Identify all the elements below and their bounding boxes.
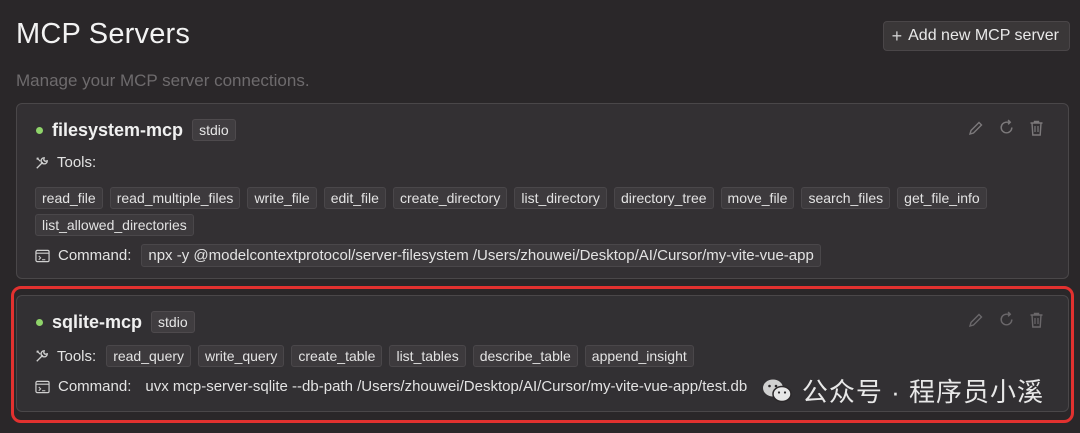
tool-chip: directory_tree — [613, 187, 714, 209]
tool-chip: read_query — [106, 345, 192, 367]
server-header: sqlite-mcp stdio — [35, 311, 195, 333]
wechat-icon — [762, 378, 792, 404]
watermark-text: 公众号 · 程序员小溪 — [801, 377, 1044, 407]
server-actions — [968, 119, 1044, 136]
status-dot — [36, 126, 43, 134]
tools-label: Tools: — [57, 154, 97, 171]
tool-chip: search_files — [801, 187, 891, 209]
server-name: sqlite-mcp — [52, 311, 143, 332]
tool-chip: append_insight — [584, 345, 694, 367]
tool-chip: read_file — [35, 187, 103, 209]
command-label: Command: — [58, 247, 132, 264]
command-row: Command: uvx mcp-server-sqlite --db-path… — [35, 378, 747, 395]
refresh-icon[interactable] — [998, 311, 1015, 328]
page-subtitle: Manage your MCP server connections. — [16, 71, 310, 90]
tool-chip: describe_table — [472, 345, 578, 367]
edit-icon[interactable] — [968, 120, 984, 136]
trash-icon[interactable] — [1029, 312, 1044, 328]
tool-chip: create_table — [291, 345, 383, 367]
terminal-icon — [35, 249, 50, 263]
server-name: filesystem-mcp — [52, 119, 184, 140]
refresh-icon[interactable] — [998, 119, 1015, 136]
tool-chip: get_file_info — [897, 187, 987, 209]
tools-list: read_query write_query create_table list… — [106, 345, 694, 367]
server-type-badge: stdio — [192, 119, 236, 141]
tool-chip: edit_file — [323, 187, 386, 209]
tools-list: read_file read_multiple_files write_file… — [35, 187, 1045, 236]
tool-chip: list_directory — [514, 187, 607, 209]
tool-chip: write_query — [198, 345, 285, 367]
tool-chip: write_file — [247, 187, 317, 209]
tool-chip: list_tables — [389, 345, 466, 367]
add-new-mcp-server-button[interactable]: + Add new MCP server — [882, 21, 1070, 51]
command-value: uvx mcp-server-sqlite --db-path /Users/z… — [145, 378, 748, 395]
terminal-icon — [35, 380, 50, 394]
command-value: npx -y @modelcontextprotocol/server-file… — [141, 244, 821, 267]
wrench-icon — [35, 349, 49, 363]
tools-label-row: Tools: — [35, 154, 96, 171]
tools-row: Tools: read_query write_query create_tab… — [35, 345, 694, 367]
tool-chip: create_directory — [392, 187, 508, 209]
page-title: MCP Servers — [16, 18, 191, 50]
tool-chip: read_multiple_files — [109, 187, 241, 209]
watermark: 公众号 · 程序员小溪 — [762, 372, 1044, 409]
tool-chip: list_allowed_directories — [35, 214, 194, 236]
add-button-label: Add new MCP server — [908, 27, 1059, 44]
plus-icon: + — [891, 26, 903, 46]
edit-icon[interactable] — [968, 312, 984, 328]
tool-chip: move_file — [720, 187, 795, 209]
server-header: filesystem-mcp stdio — [35, 119, 236, 141]
command-label: Command: — [58, 378, 132, 395]
wrench-icon — [35, 156, 49, 170]
command-row: Command: npx -y @modelcontextprotocol/se… — [35, 244, 821, 267]
trash-icon[interactable] — [1029, 120, 1044, 136]
server-card-filesystem: filesystem-mcp stdio Tools: read_file re… — [16, 103, 1069, 279]
tools-label: Tools: — [57, 347, 97, 365]
server-type-badge: stdio — [151, 311, 195, 333]
status-dot — [36, 318, 43, 326]
server-actions — [968, 311, 1044, 328]
